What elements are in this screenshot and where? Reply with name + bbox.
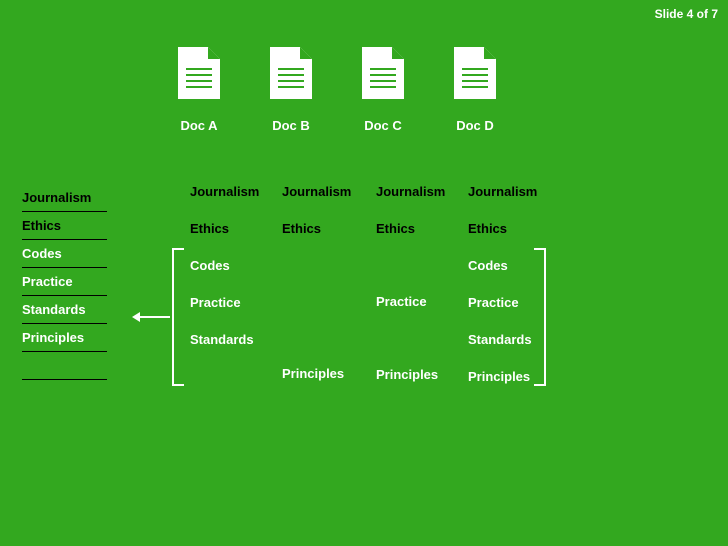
master-term-5: Principles: [22, 324, 107, 352]
blank-cell: [376, 331, 445, 345]
slide-counter-prefix: Slide: [655, 7, 687, 21]
term-cell: Codes: [468, 258, 537, 273]
master-spacer: [22, 352, 107, 380]
term-cell: Journalism: [282, 184, 351, 199]
bracket-right: [534, 248, 546, 386]
term-cell: Practice: [190, 295, 259, 310]
blank-cell: [282, 330, 351, 344]
slide-counter-of: of: [693, 7, 711, 21]
term-cell: Journalism: [376, 184, 445, 199]
column-B: Journalism Ethics Principles: [282, 184, 351, 381]
term-cell: Practice: [468, 295, 537, 310]
term-cell: Principles: [282, 366, 351, 381]
master-column: JournalismEthicsCodesPracticeStandardsPr…: [22, 184, 107, 380]
blank-cell: [282, 258, 351, 272]
slide-counter: Slide 4 of 7: [655, 7, 718, 21]
term-cell: Principles: [468, 369, 537, 384]
column-D: Journalism Ethics Codes Practice Standards Pr…: [468, 184, 537, 384]
term-cell: Standards: [190, 332, 259, 347]
blank-cell: [282, 294, 351, 308]
blank-cell: [190, 369, 259, 383]
bracket-left: [172, 248, 184, 386]
doc-label: Doc B: [272, 118, 310, 133]
doc-0: Doc A: [178, 47, 220, 133]
doc-2: Doc C: [362, 47, 404, 133]
doc-label: Doc D: [456, 118, 494, 133]
document-icon: [270, 47, 312, 104]
term-cell: Ethics: [376, 221, 445, 236]
document-icon: [362, 47, 404, 104]
master-term-1: Ethics: [22, 212, 107, 240]
master-term-3: Practice: [22, 268, 107, 296]
doc-label: Doc C: [364, 118, 402, 133]
term-cell: Principles: [376, 367, 445, 382]
column-C: Journalism Ethics Practice Principles: [376, 184, 445, 382]
term-cell: Ethics: [468, 221, 537, 236]
term-cell: Standards: [468, 332, 537, 347]
term-cell: Ethics: [282, 221, 351, 236]
master-term-2: Codes: [22, 240, 107, 268]
term-cell: Practice: [376, 294, 445, 309]
doc-label: Doc A: [180, 118, 217, 133]
doc-row: Doc A Doc B Doc C Doc D: [178, 47, 496, 133]
term-cell: Journalism: [190, 184, 259, 199]
term-cell: Codes: [190, 258, 259, 273]
term-cell: Ethics: [190, 221, 259, 236]
document-icon: [178, 47, 220, 104]
column-A: Journalism Ethics Codes Practice Standards: [190, 184, 259, 383]
term-cell: Journalism: [468, 184, 537, 199]
doc-3: Doc D: [454, 47, 496, 133]
blank-cell: [376, 258, 445, 272]
master-term-0: Journalism: [22, 184, 107, 212]
doc-1: Doc B: [270, 47, 312, 133]
slide-counter-total: 7: [711, 7, 718, 21]
document-icon: [454, 47, 496, 104]
master-term-4: Standards: [22, 296, 107, 324]
